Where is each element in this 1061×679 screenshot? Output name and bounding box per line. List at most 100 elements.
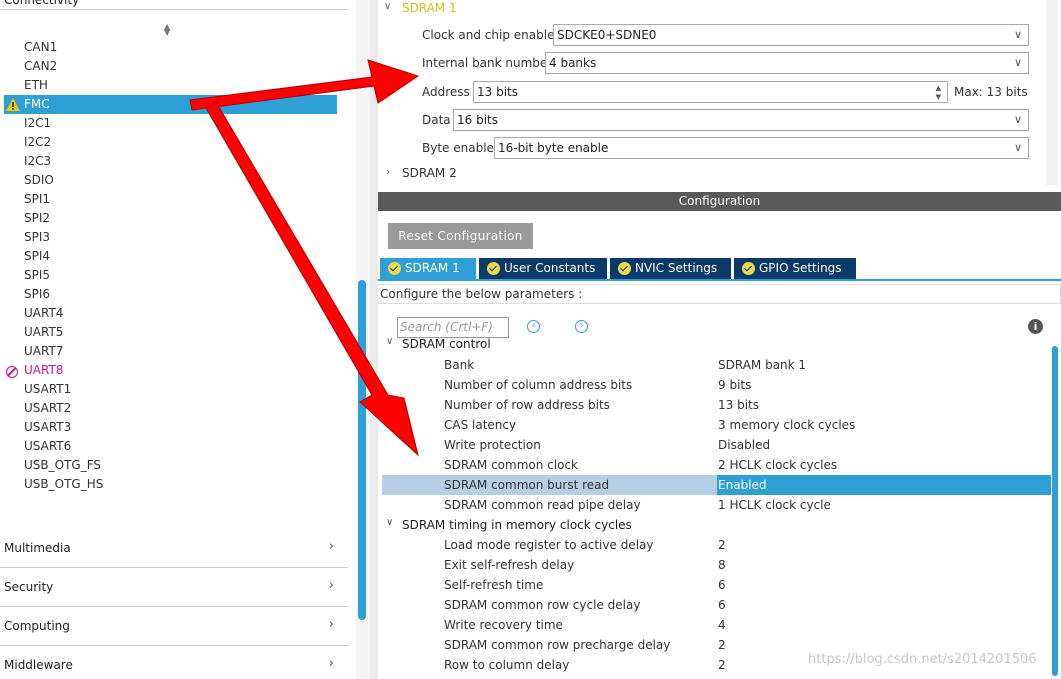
peripheral-item[interactable]: USB_OTG_FS	[24, 456, 101, 475]
peripheral-item[interactable]: I2C3	[24, 152, 51, 171]
chevron-right-icon: ›	[328, 656, 334, 671]
param-value[interactable]: SDRAM bank 1	[718, 355, 806, 375]
param-value[interactable]: 1 HCLK clock cycle	[718, 495, 831, 515]
peripheral-item[interactable]: CAN2	[24, 57, 57, 76]
peripheral-item[interactable]: USART1	[24, 380, 71, 399]
address-max-label: Max: 13 bits	[954, 85, 1028, 99]
peripheral-item[interactable]: USART3	[24, 418, 71, 437]
param-value[interactable]: 2 HCLK clock cycles	[718, 455, 837, 475]
param-value[interactable]: 2	[718, 655, 726, 675]
peripheral-item[interactable]: UART5	[24, 323, 63, 342]
category-connectivity[interactable]: Connectivity ›	[0, 0, 348, 10]
param-value[interactable]: 6	[718, 595, 726, 615]
category-computing[interactable]: Computing ›	[0, 608, 348, 646]
tab-sdram1[interactable]: SDRAM 1	[380, 258, 476, 279]
param-row[interactable]: SDRAM common clock 2 HCLK clock cycles	[382, 455, 1051, 475]
chevron-down-icon: ∨	[1013, 56, 1022, 69]
sdram2-title[interactable]: SDRAM 2	[402, 166, 457, 180]
collapse-icon[interactable]: ∨	[386, 336, 393, 347]
param-row[interactable]: Bank SDRAM bank 1	[382, 355, 1051, 375]
config-hint: Configure the below parameters :	[378, 284, 1061, 304]
category-middleware[interactable]: Middleware ›	[0, 647, 348, 679]
param-name: SDRAM common read pipe delay	[444, 498, 641, 512]
param-row[interactable]: SDRAM common burst read Enabled	[382, 475, 1051, 495]
param-value[interactable]: 13 bits	[718, 395, 759, 415]
param-value[interactable]: 9 bits	[718, 375, 751, 395]
mode-panel-scrollbar[interactable]	[1046, 0, 1058, 185]
peripheral-item[interactable]: SPI4	[24, 247, 50, 266]
panel-divider[interactable]	[370, 0, 378, 679]
peripheral-item[interactable]: CAN1	[24, 38, 57, 57]
category-label: Middleware	[4, 658, 73, 672]
field-label-address: Address	[422, 85, 470, 99]
peripheral-item[interactable]: SPI2	[24, 209, 50, 228]
section-sdram-timing[interactable]: SDRAM timing in memory clock cycles	[402, 515, 632, 535]
tab-label: User Constants	[504, 261, 596, 275]
check-icon	[388, 262, 401, 275]
param-name: Self-refresh time	[444, 578, 544, 592]
collapse-icon[interactable]: ∨	[384, 1, 391, 12]
param-row[interactable]: Load mode register to active delay 2	[382, 535, 1051, 555]
param-value[interactable]: 3 memory clock cycles	[718, 415, 855, 435]
category-label: Security	[4, 580, 54, 594]
param-value[interactable]: Enabled	[717, 475, 1051, 495]
peripheral-item[interactable]: SPI3	[24, 228, 50, 247]
param-row[interactable]: Number of column address bits 9 bits	[382, 375, 1051, 395]
next-icon[interactable]: ›	[575, 320, 588, 333]
data-width-select[interactable]: 16 bits ∨	[453, 109, 1029, 131]
reset-configuration-button[interactable]: Reset Configuration	[388, 223, 533, 249]
sidebar-scrollbar-thumb[interactable]	[358, 280, 366, 620]
category-multimedia[interactable]: Multimedia ›	[0, 530, 348, 568]
address-spinner[interactable]: 13 bits ▲ ▼	[473, 81, 948, 103]
tab-nvic-settings[interactable]: NVIC Settings	[610, 258, 731, 279]
param-name: Bank	[444, 358, 475, 372]
byte-enable-select[interactable]: 16-bit byte enable ∨	[494, 137, 1029, 159]
param-row[interactable]: CAS latency 3 memory clock cycles	[382, 415, 1051, 435]
peripheral-item-fmc[interactable]: FMC	[4, 95, 337, 114]
param-row[interactable]: Write protection Disabled	[382, 435, 1051, 455]
peripheral-item[interactable]: USART6	[24, 437, 71, 456]
peripheral-item[interactable]: UART8	[24, 361, 63, 380]
peripheral-item[interactable]: SPI1	[24, 190, 50, 209]
bank-number-select[interactable]: 4 banks ∨	[545, 52, 1029, 74]
param-row[interactable]: Write recovery time 4	[382, 615, 1051, 635]
param-value[interactable]: Disabled	[718, 435, 770, 455]
param-value[interactable]: 6	[718, 575, 726, 595]
peripheral-item[interactable]: UART4	[24, 304, 63, 323]
sort-icon[interactable]: ▲ ▼	[164, 23, 170, 37]
param-row[interactable]: Number of row address bits 13 bits	[382, 395, 1051, 415]
chevron-right-icon: ›	[328, 539, 334, 554]
peripheral-item[interactable]: SDIO	[24, 171, 54, 190]
param-value[interactable]: 2	[718, 535, 726, 555]
peripheral-item[interactable]: SPI6	[24, 285, 50, 304]
peripheral-item[interactable]: I2C1	[24, 114, 51, 133]
clock-chip-enable-select[interactable]: SDCKE0+SDNE0 ∨	[553, 24, 1029, 46]
section-sdram-control[interactable]: SDRAM control	[402, 334, 491, 354]
param-value[interactable]: 2	[718, 635, 726, 655]
peripheral-item[interactable]: I2C2	[24, 133, 51, 152]
param-name: SDRAM common clock	[444, 458, 578, 472]
peripheral-item[interactable]: USART2	[24, 399, 71, 418]
tab-gpio-settings[interactable]: GPIO Settings	[734, 258, 856, 279]
param-value[interactable]: 4	[718, 615, 726, 635]
param-row[interactable]: SDRAM common row cycle delay 6	[382, 595, 1051, 615]
tab-label: NVIC Settings	[635, 261, 718, 275]
peripheral-item[interactable]: UART7	[24, 342, 63, 361]
param-row[interactable]: Self-refresh time 6	[382, 575, 1051, 595]
select-value: 4 banks	[549, 56, 597, 70]
peripheral-item[interactable]: ETH	[24, 76, 48, 95]
peripheral-item[interactable]: USB_OTG_HS	[24, 475, 103, 494]
peripheral-item[interactable]: SPI5	[24, 266, 50, 285]
collapse-icon[interactable]: ∨	[386, 517, 393, 528]
info-icon[interactable]: i	[1028, 319, 1043, 334]
param-value[interactable]: 8	[718, 555, 726, 575]
param-row[interactable]: SDRAM common read pipe delay 1 HCLK clock…	[382, 495, 1051, 515]
expand-icon[interactable]: ›	[386, 165, 390, 178]
param-row[interactable]: Exit self-refresh delay 8	[382, 555, 1051, 575]
category-security[interactable]: Security ›	[0, 569, 348, 607]
watermark: https://blog.csdn.net/s2014201506	[808, 652, 1037, 667]
tab-user-constants[interactable]: User Constants	[479, 258, 607, 279]
spinner-arrows-icon[interactable]: ▲ ▼	[936, 84, 941, 102]
previous-icon[interactable]: ‹	[527, 320, 540, 333]
params-scrollbar-thumb[interactable]	[1052, 346, 1058, 676]
